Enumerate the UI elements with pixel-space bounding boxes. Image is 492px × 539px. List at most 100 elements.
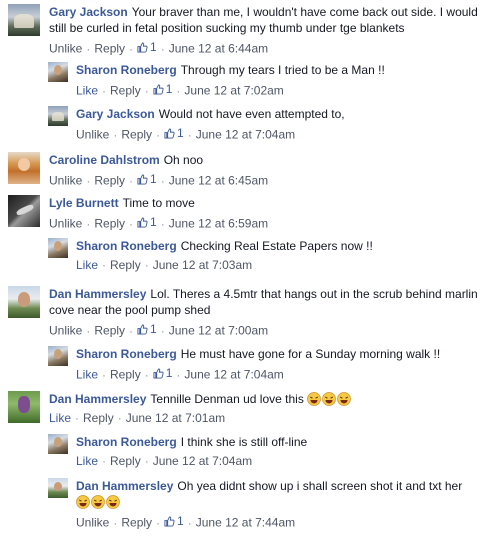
comment-author[interactable]: Sharon Roneberg: [76, 435, 177, 449]
comment-meta: Like · Reply · June 12 at 7:04am: [76, 453, 484, 469]
comment-author[interactable]: Dan Hammersley: [49, 287, 146, 301]
laughing-emoji-icon: [322, 392, 337, 406]
timestamp[interactable]: June 12 at 7:02am: [184, 84, 283, 98]
unlike-link[interactable]: Unlike: [49, 42, 82, 56]
comment-author[interactable]: Gary Jackson: [76, 107, 155, 121]
meta-separator: ·: [129, 216, 134, 231]
lyle-burnett-avatar[interactable]: [8, 195, 40, 227]
thumbs-up-icon: [164, 127, 175, 139]
meta-separator: ·: [144, 258, 149, 272]
comment-meta: Unlike · Reply · 1 · June 12 at 7:00am: [49, 321, 484, 339]
comment: Gary Jackson Your braver than me, I would…: [8, 4, 484, 57]
timestamp[interactable]: June 12 at 6:45am: [169, 174, 268, 188]
timestamp[interactable]: June 12 at 6:44am: [169, 42, 268, 56]
like-count[interactable]: 1: [137, 321, 157, 337]
timestamp[interactable]: June 12 at 6:59am: [169, 217, 268, 231]
reply-link[interactable]: Reply: [83, 411, 114, 425]
comment-author[interactable]: Sharon Roneberg: [76, 239, 177, 253]
comment-text: Through my tears I tried to be a Man !!: [180, 63, 385, 77]
like-count[interactable]: 1: [153, 81, 172, 97]
meta-separator: ·: [144, 83, 149, 98]
timestamp[interactable]: June 12 at 7:04am: [153, 454, 252, 468]
comment-author[interactable]: Sharon Roneberg: [76, 347, 177, 361]
timestamp[interactable]: June 12 at 7:01am: [126, 411, 225, 425]
gary-jackson-avatar[interactable]: [48, 106, 68, 126]
sharon-roneberg-avatar[interactable]: [48, 62, 68, 82]
dan-hammersley-avatar[interactable]: [8, 391, 40, 423]
like-count[interactable]: 1: [137, 39, 157, 55]
meta-separator: ·: [113, 127, 118, 142]
comment-text: I think she is still off-line: [180, 435, 308, 449]
comment-meta: Like · Reply · June 12 at 7:03am: [76, 257, 484, 273]
like-link[interactable]: Like: [76, 368, 98, 382]
sharon-roneberg-avatar[interactable]: [48, 238, 68, 258]
comment-author[interactable]: Sharon Roneberg: [76, 63, 177, 77]
reply-comment: Sharon Roneberg He must have gone for a S…: [48, 346, 484, 383]
laughing-emoji-icon: [106, 495, 120, 509]
reply-link[interactable]: Reply: [110, 368, 141, 382]
gary-jackson-avatar[interactable]: [8, 4, 40, 36]
laughing-emoji-icon: [76, 495, 90, 509]
meta-separator: ·: [160, 173, 165, 188]
thumbs-up-icon: [137, 323, 148, 335]
like-link[interactable]: Like: [76, 84, 98, 98]
reply-link[interactable]: Reply: [110, 454, 141, 468]
reply-link[interactable]: Reply: [94, 174, 125, 188]
timestamp[interactable]: June 12 at 7:00am: [169, 324, 268, 338]
meta-separator: ·: [176, 83, 181, 98]
dan-hammersley-avatar[interactable]: [8, 286, 40, 318]
meta-separator: ·: [113, 515, 118, 530]
like-count[interactable]: 1: [137, 214, 157, 230]
comment-text: Oh yea didnt show up i shall screen shot…: [177, 479, 463, 493]
unlike-link[interactable]: Unlike: [76, 516, 109, 530]
comment-meta: Unlike · Reply · 1 · June 12 at 7:04am: [76, 125, 484, 143]
meta-separator: ·: [187, 515, 192, 530]
comment-meta: Unlike · Reply · 1 · June 12 at 7:44am: [76, 513, 484, 531]
laughing-emoji-icon: [307, 392, 322, 406]
meta-separator: ·: [86, 323, 91, 338]
like-link[interactable]: Like: [76, 454, 98, 468]
comment-meta: Unlike · Reply · 1 · June 12 at 6:45am: [49, 171, 484, 189]
like-count[interactable]: 1: [164, 125, 184, 141]
comment-author[interactable]: Lyle Burnett: [49, 196, 119, 210]
comment-author[interactable]: Gary Jackson: [49, 5, 128, 19]
thumbs-up-icon: [153, 83, 164, 95]
thumbs-up-icon: [164, 515, 175, 527]
like-link[interactable]: Like: [49, 411, 71, 425]
reply-link[interactable]: Reply: [110, 84, 141, 98]
timestamp[interactable]: June 12 at 7:04am: [184, 368, 283, 382]
dan-hammersley-avatar[interactable]: [48, 478, 68, 498]
comment-author[interactable]: Dan Hammersley: [49, 392, 146, 406]
caroline-dahlstrom-avatar[interactable]: [8, 152, 40, 184]
reply-comment: Dan Hammersley Oh yea didnt show up i sha…: [48, 478, 484, 531]
comment: Lyle Burnett Time to move Unlike · Reply · 1 ·…: [8, 195, 484, 232]
reply-link[interactable]: Reply: [94, 42, 125, 56]
unlike-link[interactable]: Unlike: [76, 128, 109, 142]
like-count[interactable]: 1: [137, 171, 157, 187]
reply-link[interactable]: Reply: [121, 516, 152, 530]
timestamp[interactable]: June 12 at 7:44am: [196, 516, 295, 530]
meta-separator: ·: [144, 454, 149, 468]
meta-separator: ·: [160, 41, 165, 56]
timestamp[interactable]: June 12 at 7:03am: [153, 258, 252, 272]
timestamp[interactable]: June 12 at 7:04am: [196, 128, 295, 142]
reply-link[interactable]: Reply: [110, 258, 141, 272]
thumbs-up-icon: [137, 173, 148, 185]
unlike-link[interactable]: Unlike: [49, 324, 82, 338]
reply-link[interactable]: Reply: [94, 324, 125, 338]
meta-separator: ·: [117, 411, 122, 425]
comment-author[interactable]: Caroline Dahlstrom: [49, 153, 160, 167]
like-link[interactable]: Like: [76, 258, 98, 272]
unlike-link[interactable]: Unlike: [49, 174, 82, 188]
reply-link[interactable]: Reply: [94, 217, 125, 231]
sharon-roneberg-avatar[interactable]: [48, 346, 68, 366]
comment-author[interactable]: Dan Hammersley: [76, 479, 173, 493]
unlike-link[interactable]: Unlike: [49, 217, 82, 231]
meta-separator: ·: [160, 323, 165, 338]
sharon-roneberg-avatar[interactable]: [48, 434, 68, 454]
comment-text: Oh noo: [163, 153, 204, 167]
like-count[interactable]: 1: [153, 365, 172, 381]
like-count[interactable]: 1: [164, 513, 184, 529]
reply-link[interactable]: Reply: [121, 128, 152, 142]
meta-separator: ·: [102, 367, 107, 382]
